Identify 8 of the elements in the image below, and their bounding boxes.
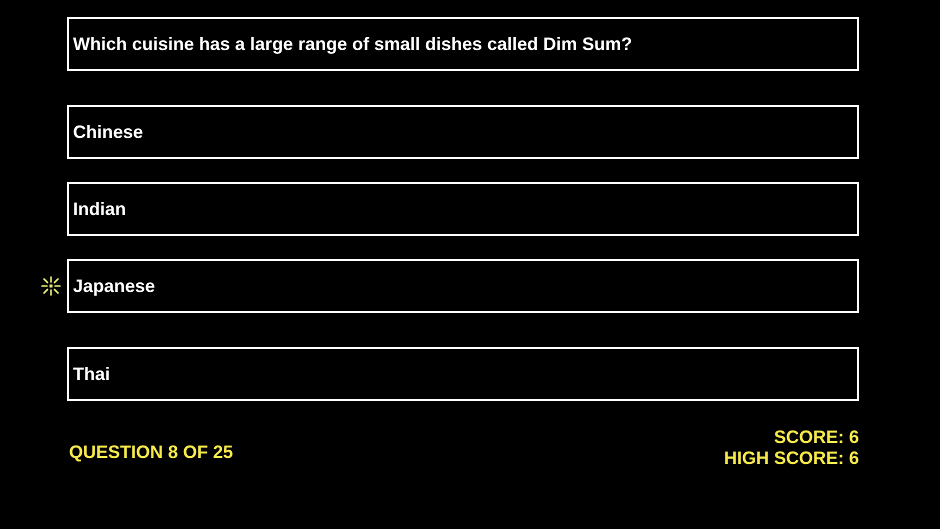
question-box: Which cuisine has a large range of small dishes called Dim Sum? xyxy=(67,17,859,71)
score-label: SCORE: 6 xyxy=(774,427,859,448)
answer-option[interactable]: Indian xyxy=(67,182,859,236)
question-counter: QUESTION 8 OF 25 xyxy=(69,441,234,464)
answer-option[interactable]: Thai xyxy=(67,347,859,401)
high-score-label: HIGH SCORE: 6 xyxy=(724,448,859,469)
answer-option[interactable]: Japanese xyxy=(67,259,859,313)
answer-option[interactable]: Chinese xyxy=(67,105,859,159)
